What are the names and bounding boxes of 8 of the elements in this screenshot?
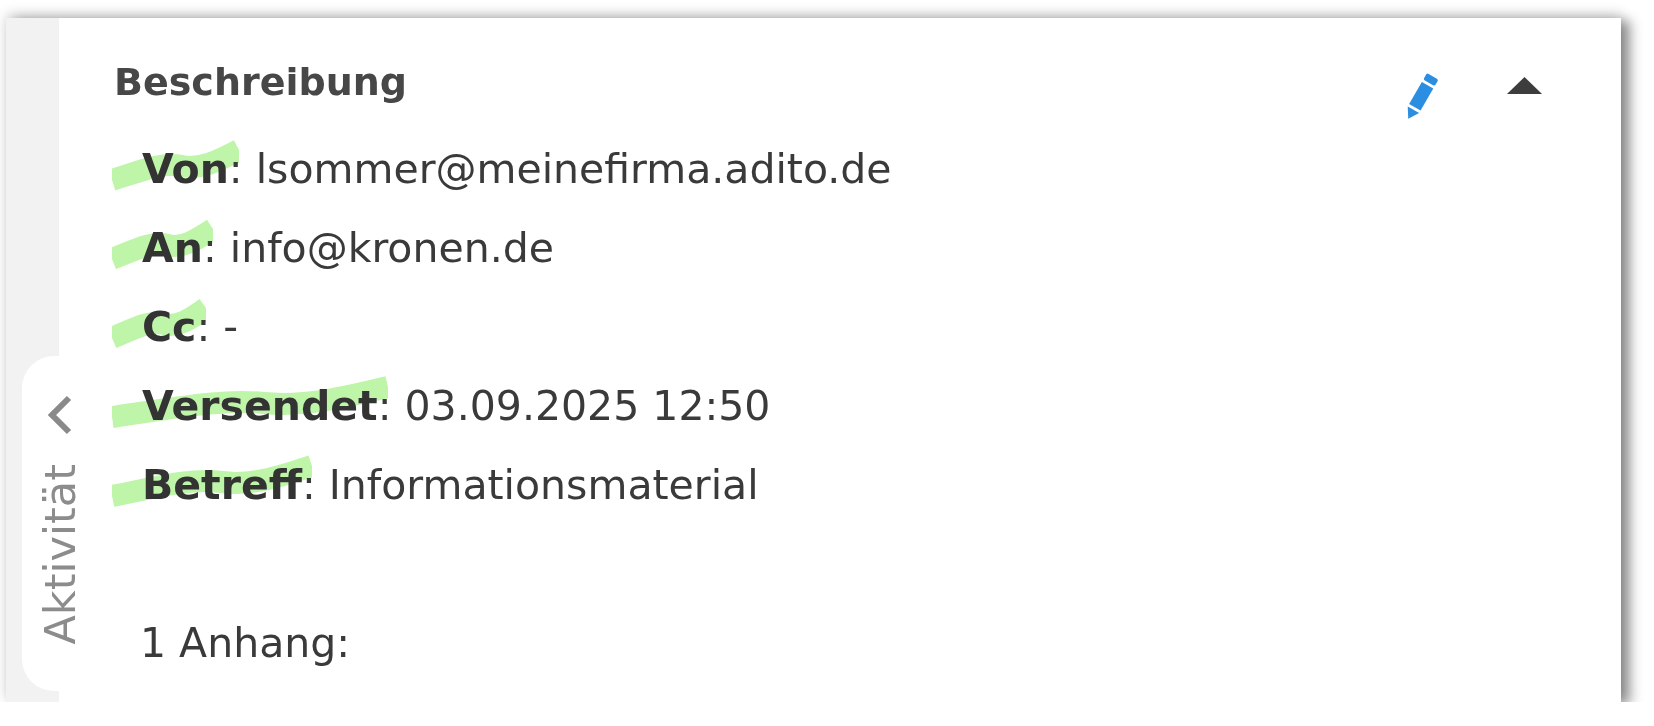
attachment-count: 1 Anhang: — [140, 619, 351, 667]
section-title: Beschreibung — [114, 59, 407, 106]
detail-line: Betreff: Informationsmaterial — [142, 461, 759, 509]
detail-line: Von: lsommer@meinefirma.adito.de — [142, 145, 892, 193]
detail-line: Cc: - — [142, 303, 239, 351]
detail-line: An: info@kronen.de — [142, 224, 554, 272]
detail-line: Versendet: 03.09.2025 12:50 — [142, 382, 771, 430]
chevron-left-icon — [47, 395, 73, 435]
